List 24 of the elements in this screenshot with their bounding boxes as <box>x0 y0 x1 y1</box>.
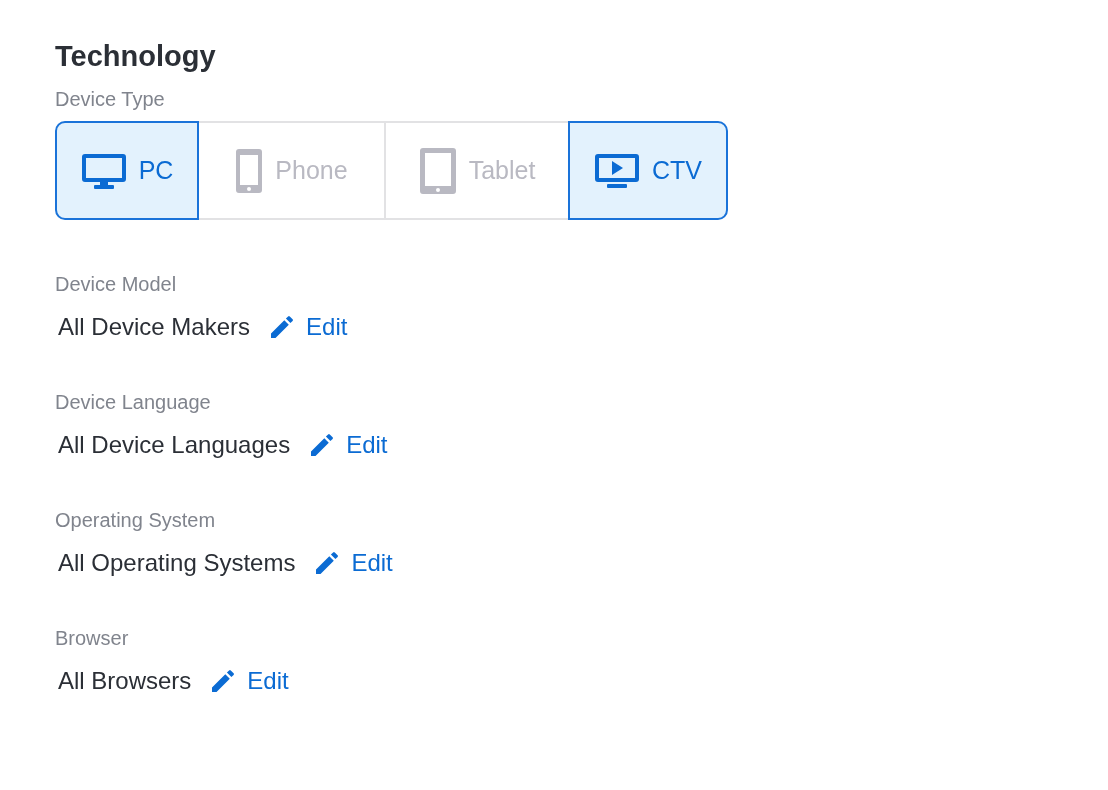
tablet-icon <box>418 146 457 195</box>
pencil-icon <box>315 551 340 575</box>
device-type-toggle[interactable]: CTV <box>568 121 728 220</box>
field-value: All Browsers <box>58 666 192 696</box>
phone-icon <box>235 147 264 194</box>
section-title: Technology <box>55 39 217 74</box>
monitor-icon <box>80 151 127 190</box>
tv-play-icon <box>594 151 640 190</box>
field-label: Device Language <box>55 390 212 415</box>
pencil-icon <box>270 315 295 339</box>
field-label: Device Model <box>55 272 178 297</box>
edit-link[interactable]: Edit <box>315 548 393 578</box>
edit-link[interactable]: Edit <box>270 312 348 342</box>
field-value: All Operating Systems <box>58 548 296 578</box>
pencil-icon <box>310 433 335 457</box>
field-label: Device Type <box>55 87 166 112</box>
device-type-toggle[interactable]: PC <box>55 121 199 220</box>
field-label: Browser <box>55 626 130 651</box>
field-value: All Device Makers <box>58 312 251 342</box>
pencil-icon <box>211 669 236 693</box>
field-value: All Device Languages <box>58 430 291 460</box>
field-label: Operating System <box>55 508 217 533</box>
edit-link[interactable]: Edit <box>211 666 289 696</box>
edit-link[interactable]: Edit <box>310 430 388 460</box>
